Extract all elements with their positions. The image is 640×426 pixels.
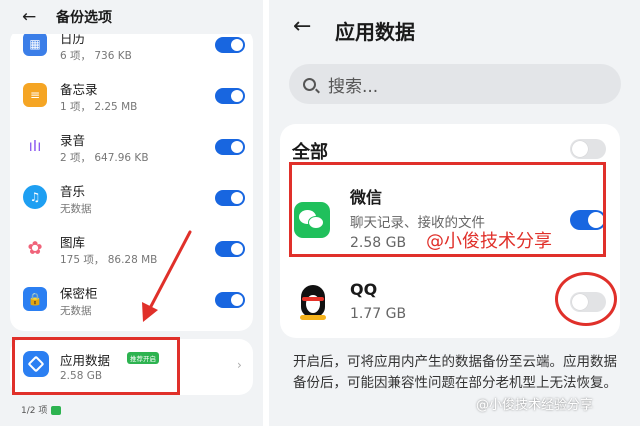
annotation-highlight-box xyxy=(289,162,606,257)
chevron-right-icon: › xyxy=(237,358,242,372)
left-header: ← 备份选项 xyxy=(0,0,263,34)
info-description: 开启后，可将应用内产生的数据备份至云端。应用数据备份后，可能因兼容性问题在部分老… xyxy=(293,354,617,391)
app-name: QQ xyxy=(350,280,378,299)
search-placeholder: 搜索... xyxy=(328,76,379,97)
app-size: 1.77 GB xyxy=(350,306,407,322)
annotation-highlight-box xyxy=(12,337,180,395)
backup-items-card: ▦ 日历 6 项， 736 KB ≡ 备忘录 1 项， 2.25 MB ıIı … xyxy=(10,28,253,331)
item-toggle[interactable] xyxy=(215,241,245,257)
item-toggle[interactable] xyxy=(215,88,245,104)
item-sub: 175 项， 86.28 MB xyxy=(60,254,158,266)
list-item[interactable]: ▦ 日历 6 项， 736 KB xyxy=(10,28,253,72)
item-toggle[interactable] xyxy=(215,292,245,308)
list-item[interactable]: ≡ 备忘录 1 项， 2.25 MB xyxy=(10,71,253,123)
item-name: 图库 xyxy=(60,235,86,250)
recorder-icon: ıIı xyxy=(23,134,47,158)
calendar-icon: ▦ xyxy=(23,32,47,56)
list-item[interactable]: 🔒 保密柜 无数据 xyxy=(10,275,253,327)
item-toggle[interactable] xyxy=(215,139,245,155)
item-sub: 1 项， 2.25 MB xyxy=(60,101,138,113)
item-sub: 2 项， 647.96 KB xyxy=(60,152,149,164)
item-name: 备忘录 xyxy=(60,82,98,97)
item-sub: 无数据 xyxy=(60,203,92,215)
watermark-footer: @小俊技术经验分享 xyxy=(476,398,594,413)
back-arrow-icon[interactable]: ← xyxy=(293,14,311,39)
item-name: 音乐 xyxy=(60,184,86,199)
select-all-label: 全部 xyxy=(292,142,328,163)
app-data-panel: ← 应用数据 搜索... 全部 微信 聊天记录、接收的文件 2.58 GB @小… xyxy=(269,0,640,426)
notes-icon: ≡ xyxy=(23,83,47,107)
left-page-title: 备份选项 xyxy=(56,10,112,26)
annotation-circle xyxy=(555,272,617,326)
item-toggle[interactable] xyxy=(215,190,245,206)
search-icon xyxy=(303,77,316,91)
back-arrow-icon[interactable]: ← xyxy=(22,7,46,27)
selection-count: 1/2 项 xyxy=(21,403,62,416)
item-toggle[interactable] xyxy=(215,37,245,53)
right-page-title: 应用数据 xyxy=(335,20,415,44)
list-item[interactable]: ♫ 音乐 无数据 xyxy=(10,173,253,225)
gallery-icon: ✿ xyxy=(23,236,47,260)
search-input[interactable]: 搜索... xyxy=(289,64,621,104)
list-item[interactable]: ıIı 录音 2 项， 647.96 KB xyxy=(10,122,253,174)
item-name: 录音 xyxy=(60,133,86,148)
music-icon: ♫ xyxy=(23,185,47,209)
item-name: 保密柜 xyxy=(60,286,98,301)
backup-options-panel: ← 备份选项 ▦ 日历 6 项， 736 KB ≡ 备忘录 1 项， 2.25 … xyxy=(0,0,263,426)
select-all-toggle[interactable] xyxy=(570,139,606,159)
safe-icon: 🔒 xyxy=(23,287,47,311)
item-sub: 无数据 xyxy=(60,305,92,317)
item-sub: 6 项， 736 KB xyxy=(60,50,132,62)
list-item[interactable]: ✿ 图库 175 项， 86.28 MB xyxy=(10,224,253,276)
wechat-mini-icon xyxy=(51,406,62,415)
qq-icon xyxy=(296,281,330,321)
